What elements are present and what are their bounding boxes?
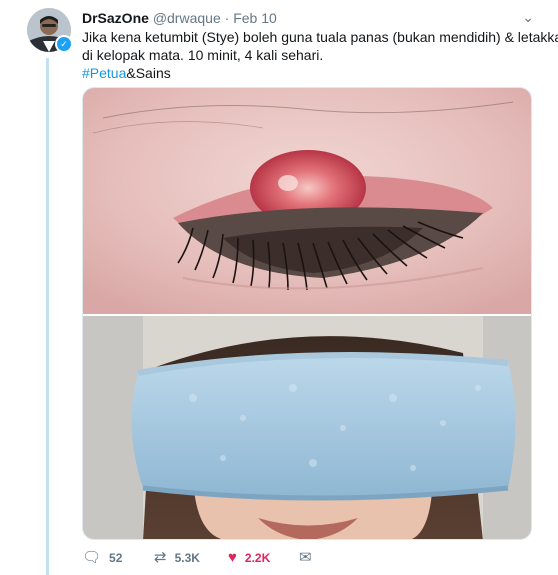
envelope-icon: ✉ [299, 549, 312, 566]
chevron-down-icon[interactable]: ⌄ [522, 8, 534, 26]
reply-count: 52 [109, 551, 123, 565]
tweet-text-line-1: Jika kena ketumbit (Stye) boleh guna tua… [82, 29, 558, 45]
retweet-button[interactable]: ⇄ 5.3K [154, 548, 200, 568]
retweet-count: 5.3K [174, 551, 200, 565]
tweet-text-line-3: #Petua&Sains [82, 64, 530, 82]
tweet-text: Jika kena ketumbit (Stye) boleh guna tua… [82, 28, 558, 82]
tweet-text-line-2: di kelopak mata. 10 minit, 4 kali sehari… [82, 47, 324, 63]
like-button[interactable]: ♥ 2.2K [228, 548, 270, 568]
verified-badge-icon: ✓ [55, 35, 73, 53]
thread-connector-line [46, 58, 49, 575]
header-separator: · [224, 10, 230, 26]
tweet-date[interactable]: Feb 10 [233, 10, 277, 26]
like-count: 2.2K [244, 551, 271, 565]
direct-message-button[interactable]: ✉ [299, 548, 320, 568]
tweet-header: DrSazOne @drwaque · Feb 10 [82, 9, 277, 27]
tweet-text-suffix: &Sains [126, 65, 171, 81]
tweet-media-image[interactable] [82, 87, 532, 540]
author-name[interactable]: DrSazOne [82, 10, 149, 26]
heart-icon: ♥ [228, 549, 237, 566]
author-handle[interactable]: @drwaque [153, 10, 221, 26]
towel-photo [83, 316, 531, 539]
retweet-arrows-icon: ⇄ [154, 549, 167, 566]
reply-button[interactable]: 🗨 52 [82, 548, 122, 568]
eye-photo [83, 88, 531, 314]
speech-bubble-icon: 🗨 [82, 549, 102, 566]
hashtag-link[interactable]: #Petua [82, 65, 126, 81]
